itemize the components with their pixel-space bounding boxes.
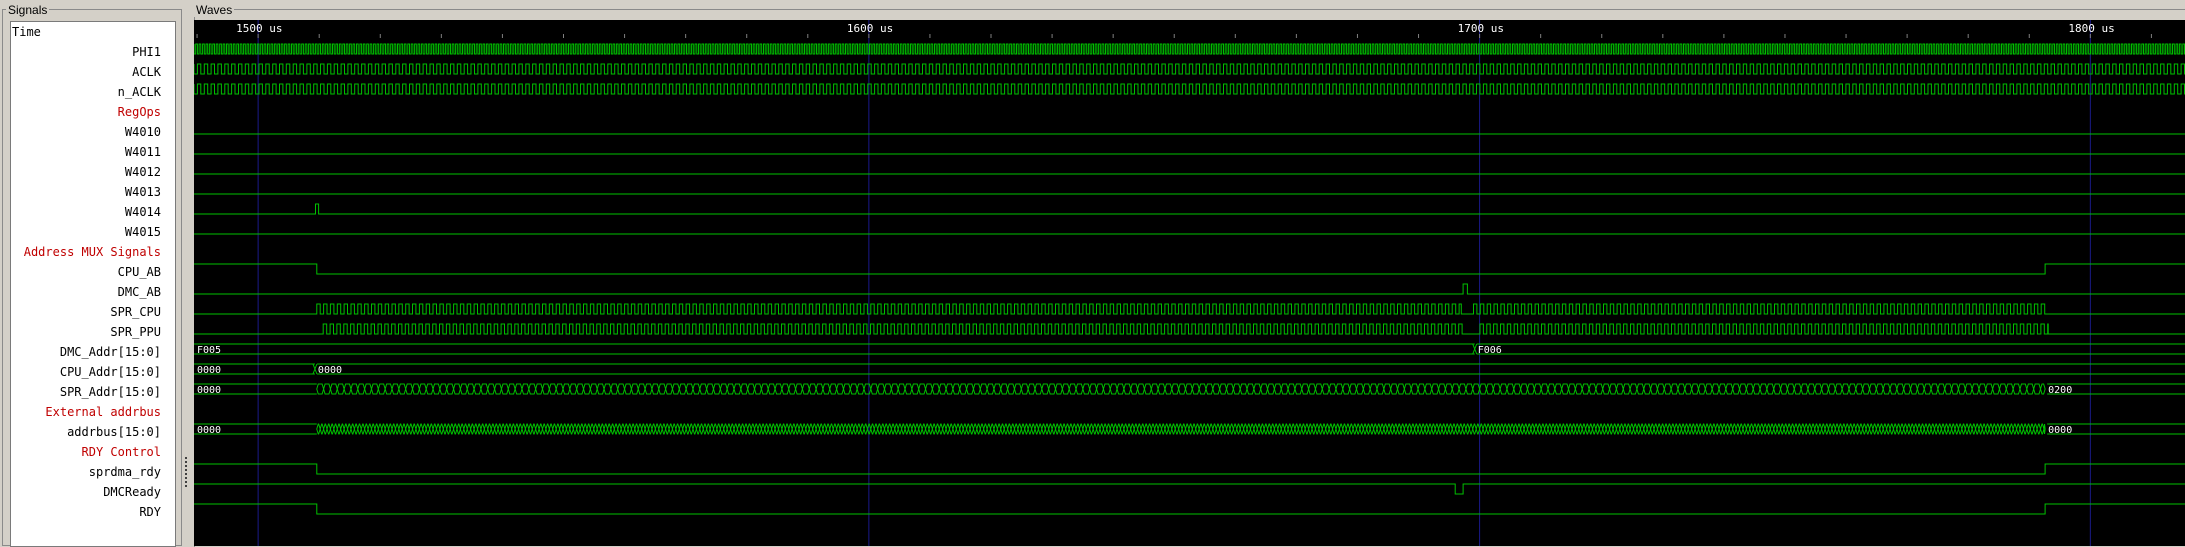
time-tick-label: 1500 us (236, 22, 282, 35)
signal-name[interactable]: n_ACLK (11, 82, 175, 102)
grip-dot (185, 485, 187, 487)
signal-name[interactable]: SPR_PPU (11, 322, 175, 342)
signal-name[interactable]: DMC_AB (11, 282, 175, 302)
signal-group-header[interactable]: Address MUX Signals (11, 242, 175, 262)
signal-name[interactable]: SPR_Addr[15:0] (11, 382, 175, 402)
waves-pane-title: Waves (194, 3, 235, 17)
signal-name[interactable]: W4015 (11, 222, 175, 242)
signal-name[interactable]: W4011 (11, 142, 175, 162)
bus-activity (316, 383, 2046, 395)
bus-value-label: 0000 (2048, 425, 2072, 436)
signal-name[interactable]: W4014 (11, 202, 175, 222)
grip-dot (185, 465, 187, 467)
waveform-trace (194, 303, 2185, 315)
signal-name[interactable]: CPU_AB (11, 262, 175, 282)
bus-value-label: 0000 (197, 425, 221, 436)
grip-dot (185, 457, 187, 459)
pane-splitter[interactable] (180, 9, 194, 544)
grip-dot (185, 473, 187, 475)
waveform-trace (194, 83, 2185, 95)
signal-rows: PHI1 ACLK n_ACLK RegOps W4010 W4011 W4012 W4013… (11, 42, 175, 522)
bus-value-label: 0000 (197, 365, 221, 376)
waveform-trace (194, 503, 2185, 515)
signal-group-header[interactable]: External addrbus (11, 402, 175, 422)
time-tick-label: 1700 us (1458, 22, 1504, 35)
signal-group-header[interactable]: RDY Control (11, 442, 175, 462)
signal-name[interactable]: DMCReady (11, 482, 175, 502)
waveform-trace (194, 283, 2185, 295)
signal-group-header[interactable]: RegOps (11, 102, 175, 122)
grip-dot (185, 477, 187, 479)
time-tick-label: 1800 us (2068, 22, 2114, 35)
signal-name[interactable]: DMC_Addr[15:0] (11, 342, 175, 362)
signal-name[interactable]: sprdma_rdy (11, 462, 175, 482)
bus-value-label: F006 (1478, 345, 1502, 356)
signals-pane-title: Signals (6, 3, 50, 17)
time-header: Time (12, 25, 41, 39)
waveform-trace (194, 483, 2185, 495)
time-tick-label: 1600 us (847, 22, 893, 35)
bus-trace (194, 363, 2185, 375)
waveform-trace (194, 43, 2185, 55)
bus-activity (316, 423, 2046, 435)
signal-name[interactable]: ACLK (11, 62, 175, 82)
signal-name[interactable]: addrbus[15:0] (11, 422, 175, 442)
grip-dot (185, 481, 187, 483)
grip-dot (185, 469, 187, 471)
bus-value-label: F005 (197, 345, 221, 356)
waveform-trace (194, 63, 2185, 75)
signal-name[interactable]: W4010 (11, 122, 175, 142)
waveform-trace (194, 203, 2185, 215)
signal-name[interactable]: PHI1 (11, 42, 175, 62)
signal-name[interactable]: CPU_Addr[15:0] (11, 362, 175, 382)
signal-name[interactable]: SPR_CPU (11, 302, 175, 322)
bus-value-label: 0000 (318, 365, 342, 376)
signals-list[interactable]: Time PHI1 ACLK n_ACLK RegOps W4010 W4011 W4012… (10, 21, 176, 547)
signal-name[interactable]: RDY (11, 502, 175, 522)
signal-name[interactable]: W4013 (11, 182, 175, 202)
waveform-canvas[interactable]: 1500 us 1600 us 1700 us 1800 us F005 F006 0000… (194, 20, 2185, 546)
bus-value-label: 0000 (197, 385, 221, 396)
waveform-trace (194, 463, 2185, 475)
signal-name[interactable]: W4012 (11, 162, 175, 182)
grip-dot (185, 461, 187, 463)
bus-trace (194, 383, 2185, 395)
wave-viewer[interactable]: 1500 us 1600 us 1700 us 1800 us F005 F006 0000… (194, 20, 2185, 546)
bus-value-label: 0200 (2048, 385, 2072, 396)
waveform-trace (194, 323, 2185, 335)
waveform-trace (194, 263, 2185, 275)
bus-trace (194, 343, 2185, 355)
